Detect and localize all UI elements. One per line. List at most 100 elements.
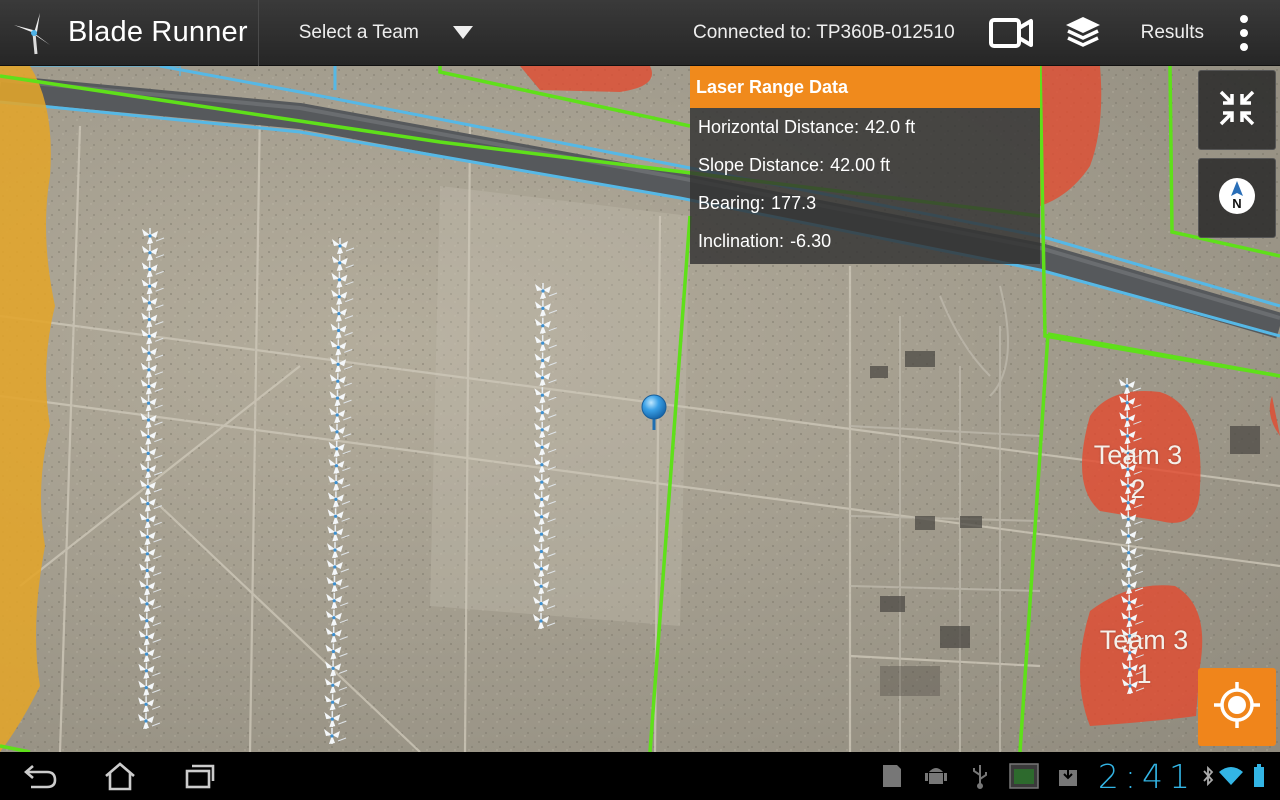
wind-turbine-marker[interactable]: [533, 438, 557, 457]
wind-turbine-marker[interactable]: [327, 473, 351, 492]
wind-turbine-marker[interactable]: [329, 355, 353, 374]
wind-turbine-marker[interactable]: [141, 227, 165, 245]
wind-turbine-marker[interactable]: [327, 440, 352, 458]
wind-turbine-marker[interactable]: [138, 561, 162, 580]
wind-turbine-marker[interactable]: [330, 271, 355, 289]
wind-turbine-marker[interactable]: [140, 361, 164, 379]
wind-turbine-marker[interactable]: [1118, 377, 1142, 395]
map-pin-icon[interactable]: [640, 394, 668, 434]
wind-turbine-marker[interactable]: [329, 372, 353, 390]
wind-turbine-marker[interactable]: [327, 490, 351, 509]
wind-turbine-marker[interactable]: [324, 625, 349, 644]
wind-turbine-marker[interactable]: [1119, 510, 1144, 529]
wind-turbine-marker[interactable]: [534, 282, 558, 300]
wind-turbine-marker[interactable]: [140, 294, 165, 312]
wind-turbine-marker[interactable]: [140, 260, 165, 279]
wind-turbine-marker[interactable]: [140, 344, 164, 362]
wind-turbine-marker[interactable]: [1120, 560, 1144, 579]
back-icon[interactable]: [0, 752, 80, 800]
wind-turbine-marker[interactable]: [1120, 593, 1144, 612]
wind-turbine-marker[interactable]: [329, 321, 354, 340]
wind-turbine-marker[interactable]: [326, 541, 350, 559]
wind-turbine-marker[interactable]: [533, 421, 557, 439]
wind-turbine-marker[interactable]: [139, 494, 163, 513]
wind-turbine-marker[interactable]: [326, 558, 350, 576]
wind-turbine-marker[interactable]: [533, 473, 557, 491]
wind-turbine-marker[interactable]: [534, 316, 558, 335]
wind-turbine-marker[interactable]: [139, 427, 164, 446]
wind-turbine-marker[interactable]: [532, 542, 557, 561]
wind-turbine-marker[interactable]: [532, 594, 556, 613]
wind-turbine-marker[interactable]: [324, 642, 349, 661]
wind-turbine-marker[interactable]: [534, 299, 558, 318]
wind-turbine-marker[interactable]: [141, 243, 165, 262]
video-camera-icon[interactable]: [987, 9, 1035, 57]
wind-turbine-marker[interactable]: [326, 524, 351, 542]
wind-turbine-marker[interactable]: [328, 406, 352, 424]
wind-turbine-marker[interactable]: [533, 334, 558, 352]
wind-turbine-marker[interactable]: [326, 507, 351, 526]
wind-turbine-marker[interactable]: [532, 560, 557, 578]
wind-turbine-marker[interactable]: [139, 478, 163, 496]
wind-turbine-marker[interactable]: [139, 444, 163, 463]
wind-turbine-marker[interactable]: [138, 511, 163, 530]
wind-turbine-marker[interactable]: [532, 508, 557, 526]
recent-apps-icon[interactable]: [160, 752, 240, 800]
layers-icon[interactable]: [1059, 9, 1107, 57]
wind-turbine-marker[interactable]: [138, 595, 162, 613]
wind-turbine-marker[interactable]: [323, 727, 347, 745]
wind-turbine-marker[interactable]: [139, 411, 164, 429]
wind-turbine-marker[interactable]: [137, 645, 162, 663]
wind-turbine-marker[interactable]: [325, 608, 349, 627]
overflow-menu-icon[interactable]: [1234, 13, 1254, 53]
wind-turbine-marker[interactable]: [140, 377, 164, 396]
locate-me-button[interactable]: [1198, 668, 1276, 746]
wind-turbine-marker[interactable]: [139, 461, 163, 479]
results-button[interactable]: Results: [1141, 22, 1204, 44]
wind-turbine-marker[interactable]: [327, 456, 352, 475]
wind-turbine-marker[interactable]: [138, 611, 162, 630]
wind-turbine-marker[interactable]: [1118, 410, 1143, 429]
wind-turbine-marker[interactable]: [330, 287, 354, 306]
wind-turbine-marker[interactable]: [140, 327, 164, 346]
wind-turbine-marker[interactable]: [138, 545, 163, 563]
wind-turbine-marker[interactable]: [138, 528, 163, 546]
wind-turbine-marker[interactable]: [324, 659, 348, 678]
wind-turbine-marker[interactable]: [1118, 393, 1142, 412]
wind-turbine-marker[interactable]: [140, 310, 165, 329]
wind-turbine-marker[interactable]: [138, 578, 162, 596]
wind-turbine-marker[interactable]: [532, 490, 557, 509]
wind-turbine-marker[interactable]: [533, 351, 558, 370]
wind-turbine-marker[interactable]: [137, 628, 162, 647]
wind-turbine-marker[interactable]: [1120, 577, 1144, 595]
wind-turbine-marker[interactable]: [325, 575, 350, 593]
wind-turbine-marker[interactable]: [139, 394, 164, 412]
wind-turbine-marker[interactable]: [532, 612, 556, 630]
wind-turbine-marker[interactable]: [325, 592, 349, 610]
wind-turbine-marker[interactable]: [140, 277, 165, 295]
wind-turbine-marker[interactable]: [137, 695, 161, 714]
wind-turbine-marker[interactable]: [533, 403, 558, 422]
wind-turbine-marker[interactable]: [137, 678, 162, 697]
wind-turbine-marker[interactable]: [1119, 527, 1144, 545]
collapse-view-button[interactable]: [1198, 70, 1276, 150]
wind-turbine-marker[interactable]: [1119, 543, 1144, 562]
wind-turbine-marker[interactable]: [533, 386, 558, 404]
team-select-dropdown[interactable]: Select a Team: [299, 0, 473, 66]
compass-button[interactable]: N: [1198, 158, 1276, 238]
wind-turbine-marker[interactable]: [532, 525, 557, 543]
wind-turbine-marker[interactable]: [331, 237, 355, 255]
wind-turbine-icon[interactable]: [10, 11, 54, 55]
wind-turbine-marker[interactable]: [137, 712, 161, 730]
wind-turbine-marker[interactable]: [323, 710, 348, 728]
wind-turbine-marker[interactable]: [328, 423, 352, 441]
wind-turbine-marker[interactable]: [329, 338, 354, 357]
home-icon[interactable]: [80, 752, 160, 800]
wind-turbine-marker[interactable]: [330, 254, 355, 272]
wind-turbine-marker[interactable]: [137, 662, 162, 680]
wind-turbine-marker[interactable]: [328, 389, 353, 407]
wind-turbine-marker[interactable]: [324, 676, 348, 695]
wind-turbine-marker[interactable]: [533, 455, 557, 474]
wind-turbine-marker[interactable]: [533, 369, 558, 387]
map-view[interactable]: Team 3 2 Team 3 1 Laser Range Data Horiz…: [0, 66, 1280, 752]
